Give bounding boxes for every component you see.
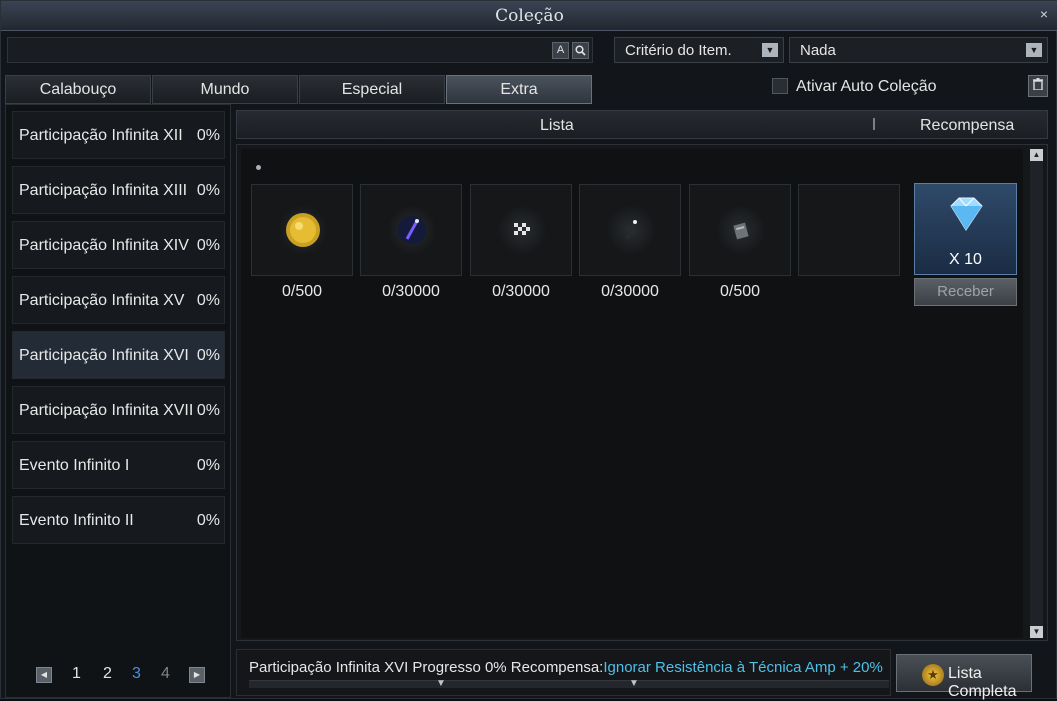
progress-text: Participação Infinita XVI Progresso 0% R… bbox=[249, 659, 604, 676]
list-item-percent: 0% bbox=[196, 457, 220, 474]
list-item-name: Participação Infinita XVII bbox=[19, 402, 194, 419]
list-item-percent: 0% bbox=[196, 237, 220, 254]
reward-effect-text: Ignorar Resistência à Técnica Amp + 20% bbox=[603, 659, 883, 676]
filter-value: Nada bbox=[800, 42, 836, 59]
scroll-icon bbox=[716, 205, 766, 255]
prev-page-icon[interactable]: ◀ bbox=[36, 667, 52, 683]
page-4[interactable]: 4 bbox=[161, 665, 170, 683]
content-header: Lista Recompensa bbox=[236, 110, 1048, 139]
reward-quantity: X 10 bbox=[949, 251, 982, 268]
search-input[interactable]: A bbox=[7, 37, 593, 63]
list-item[interactable]: Evento Infinito II 0% bbox=[12, 496, 225, 544]
list-item-name: Evento Infinito I bbox=[19, 457, 130, 474]
item-count: 0/30000 bbox=[492, 283, 550, 300]
trash-icon[interactable] bbox=[1028, 75, 1048, 97]
list-item-percent: 0% bbox=[196, 182, 220, 199]
list-item-percent: 0% bbox=[196, 292, 220, 309]
status-text: Participação Infinita XVI Progresso 0% R… bbox=[249, 659, 883, 676]
next-page-icon[interactable]: ▶ bbox=[189, 667, 205, 683]
list-item[interactable]: Participação Infinita XVII 0% bbox=[12, 386, 225, 434]
item-criteria-label: Critério do Item. bbox=[625, 42, 732, 59]
item-slot[interactable] bbox=[689, 184, 791, 276]
scroll-down-icon[interactable]: ▼ bbox=[1030, 626, 1043, 638]
auto-collection-toggle[interactable]: Ativar Auto Coleção bbox=[772, 78, 937, 96]
list-item[interactable]: Participação Infinita XIII 0% bbox=[12, 166, 225, 214]
auto-collection-checkbox[interactable] bbox=[772, 78, 788, 94]
tab-extra[interactable]: Extra bbox=[446, 75, 592, 104]
list-header: Lista bbox=[540, 117, 574, 134]
item-grid: 0/500 0/30000 0/30000 0/30000 0/500 X 10… bbox=[241, 149, 1023, 638]
scroll-up-icon[interactable]: ▲ bbox=[1030, 149, 1043, 161]
list-item[interactable]: Participação Infinita XV 0% bbox=[12, 276, 225, 324]
list-item-name: Participação Infinita XIII bbox=[19, 182, 188, 199]
list-item-percent: 0% bbox=[196, 512, 220, 529]
collection-content: 0/500 0/30000 0/30000 0/30000 0/500 X 10… bbox=[236, 144, 1048, 641]
filter-select[interactable]: Nada ▼ bbox=[789, 37, 1048, 63]
list-item-name: Participação Infinita XII bbox=[19, 127, 183, 144]
reward-header: Recompensa bbox=[920, 117, 1015, 134]
list-item-percent: 0% bbox=[196, 347, 220, 364]
list-item-percent: 0% bbox=[196, 127, 220, 144]
item-slot[interactable] bbox=[470, 184, 572, 276]
list-item-name: Participação Infinita XV bbox=[19, 292, 185, 309]
title-bar[interactable]: Coleção × bbox=[1, 1, 1057, 31]
list-item[interactable]: Participação Infinita XIV 0% bbox=[12, 221, 225, 269]
tab-especial[interactable]: Especial bbox=[299, 75, 445, 104]
auto-collection-label: Ativar Auto Coleção bbox=[796, 78, 937, 95]
tab-calabouco[interactable]: Calabouço bbox=[5, 75, 151, 104]
close-icon[interactable]: × bbox=[1040, 6, 1048, 22]
dark-wand-icon bbox=[606, 205, 656, 255]
star-icon: ★ bbox=[922, 664, 944, 686]
search-icon[interactable] bbox=[572, 42, 589, 59]
list-item-name: Participação Infinita XVI bbox=[19, 347, 189, 364]
item-count: 0/500 bbox=[281, 283, 323, 300]
track-marker-icon: ▼ bbox=[436, 678, 446, 689]
tab-mundo[interactable]: Mundo bbox=[152, 75, 298, 104]
empty-slot[interactable] bbox=[798, 184, 900, 276]
full-list-label: Lista Completa bbox=[948, 665, 1017, 700]
list-item[interactable]: Participação Infinita XII 0% bbox=[12, 111, 225, 159]
list-item-name: Participação Infinita XIV bbox=[19, 237, 189, 254]
reward-slot[interactable]: X 10 bbox=[914, 183, 1017, 275]
header-divider bbox=[873, 118, 875, 130]
track-marker-icon: ▼ bbox=[629, 678, 639, 689]
diamond-icon bbox=[950, 197, 983, 231]
gold-coin-icon bbox=[278, 205, 328, 255]
collection-window: Coleção × A Critério do Item. ▼ Nada ▼ C… bbox=[0, 0, 1057, 700]
collection-list-panel: Participação Infinita XII 0% Participação… bbox=[5, 104, 231, 698]
item-count: 0/30000 bbox=[601, 283, 659, 300]
window-title: Coleção bbox=[495, 6, 564, 26]
page-1[interactable]: 1 bbox=[72, 665, 81, 683]
receive-button[interactable]: Receber bbox=[914, 278, 1017, 306]
list-item-selected[interactable]: Participação Infinita XVI 0% bbox=[12, 331, 225, 379]
progress-track: ▼ ▼ bbox=[249, 678, 889, 689]
item-criteria-select[interactable]: Critério do Item. ▼ bbox=[614, 37, 784, 63]
chevron-down-icon[interactable]: ▼ bbox=[1026, 43, 1042, 57]
scrollbar[interactable]: ▲ ▼ bbox=[1030, 149, 1043, 638]
list-item-percent: 0% bbox=[196, 402, 220, 419]
item-count: 0/500 bbox=[719, 283, 761, 300]
chevron-down-icon[interactable]: ▼ bbox=[762, 43, 778, 57]
item-count: 0/30000 bbox=[382, 283, 440, 300]
full-list-button[interactable]: ★ Lista Completa bbox=[896, 654, 1032, 700]
list-item[interactable]: Evento Infinito I 0% bbox=[12, 441, 225, 489]
checkered-flag-icon bbox=[497, 205, 547, 255]
bullet-icon bbox=[256, 165, 261, 170]
item-slot[interactable] bbox=[360, 184, 462, 276]
page-3-current[interactable]: 3 bbox=[132, 665, 141, 683]
page-2[interactable]: 2 bbox=[103, 665, 112, 683]
status-footer: Participação Infinita XVI Progresso 0% R… bbox=[236, 649, 891, 696]
alphabet-sort-button[interactable]: A bbox=[552, 42, 569, 59]
item-slot[interactable] bbox=[579, 184, 681, 276]
item-slot[interactable] bbox=[251, 184, 353, 276]
blue-wand-icon bbox=[387, 205, 437, 255]
list-item-name: Evento Infinito II bbox=[19, 512, 134, 529]
